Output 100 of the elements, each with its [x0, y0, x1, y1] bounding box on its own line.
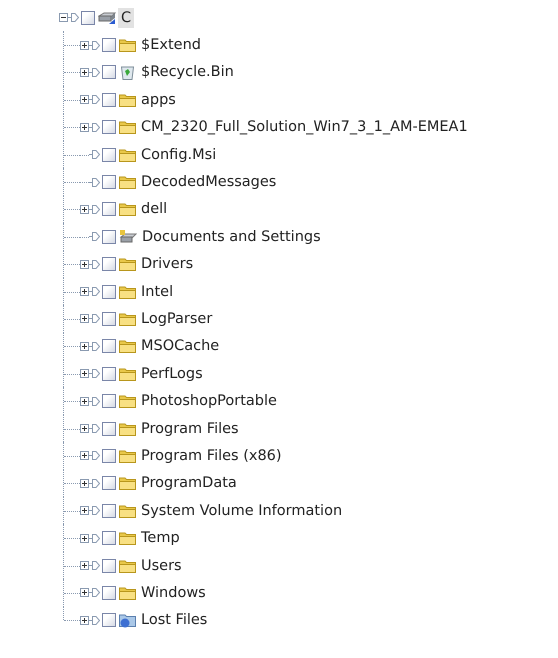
hard-drive-icon — [98, 10, 116, 25]
tree-item-label[interactable]: $Recycle.Bin — [138, 62, 237, 82]
collapse-icon[interactable] — [59, 13, 68, 22]
expand-icon[interactable] — [80, 396, 89, 406]
checkbox[interactable] — [102, 120, 116, 134]
tree-item-label[interactable]: PhotoshopPortable — [138, 391, 280, 412]
folder-icon — [119, 586, 136, 600]
node-connector-icon — [89, 505, 101, 516]
expand-icon[interactable] — [80, 506, 89, 516]
tree-item-label[interactable]: Drivers — [138, 254, 196, 274]
node-connector-icon — [89, 532, 101, 544]
tree-item-label[interactable]: Temp — [138, 528, 183, 548]
node-connector-icon — [89, 40, 101, 51]
checkbox[interactable] — [102, 312, 116, 326]
tree-item-label[interactable]: Intel — [138, 282, 176, 302]
checkbox[interactable] — [102, 284, 116, 299]
tree-item-label[interactable]: DecodedMessages — [138, 172, 280, 192]
checkbox[interactable] — [102, 148, 116, 162]
node-connector-icon — [89, 560, 101, 571]
expand-icon[interactable] — [80, 369, 89, 378]
folder-icon — [119, 531, 136, 546]
tree-item-label[interactable]: MSOCache — [138, 336, 222, 356]
folder-icon — [119, 257, 136, 272]
folder-icon — [119, 394, 136, 408]
folder-icon — [119, 284, 136, 299]
tree-item-label[interactable]: Program Files (x86) — [138, 446, 285, 466]
expand-icon[interactable] — [80, 342, 89, 351]
tree-item-label[interactable]: apps — [138, 90, 179, 110]
folder-icon — [119, 92, 136, 107]
folder-icon — [119, 202, 136, 216]
checkbox[interactable] — [102, 92, 116, 107]
tree-item-label[interactable]: dell — [138, 199, 170, 220]
checkbox[interactable] — [102, 448, 116, 463]
expand-icon[interactable] — [80, 314, 89, 324]
node-connector-icon — [89, 149, 101, 160]
expand-icon[interactable] — [80, 122, 89, 132]
expand-icon[interactable] — [80, 68, 89, 77]
checkbox[interactable] — [102, 65, 116, 80]
folder-icon — [119, 504, 136, 518]
expand-icon[interactable] — [80, 616, 89, 625]
checkbox[interactable] — [102, 613, 116, 628]
node-connector-icon — [89, 258, 101, 270]
tree-item-label[interactable]: LogParser — [138, 308, 216, 329]
tree-item-label[interactable]: PerfLogs — [138, 364, 206, 384]
folder-icon — [119, 422, 136, 436]
node-connector-icon — [89, 614, 101, 626]
folder-question-icon — [119, 612, 136, 628]
node-connector-icon — [89, 450, 101, 462]
expand-icon[interactable] — [80, 204, 89, 214]
tree-item-label[interactable]: ProgramData — [138, 473, 240, 494]
tree-item-label[interactable]: CM_2320_Full_Solution_Win7_3_1_AM-EMEA1 — [138, 117, 471, 138]
node-connector-icon — [89, 313, 101, 324]
tree-item-label[interactable]: Program Files — [138, 418, 242, 439]
checkbox[interactable] — [102, 422, 116, 436]
node-connector-icon — [89, 368, 101, 380]
expand-icon[interactable] — [80, 588, 89, 598]
tree-item-label[interactable]: Config.Msi — [138, 144, 220, 165]
checkbox[interactable] — [102, 366, 116, 381]
tree-item-label[interactable]: Documents and Settings — [139, 226, 324, 247]
folder-icon — [119, 38, 136, 52]
node-connector-icon — [89, 286, 101, 298]
tree-item-label[interactable]: System Volume Information — [138, 500, 346, 521]
node-connector-icon — [89, 478, 101, 489]
expand-icon[interactable] — [80, 478, 89, 488]
checkbox[interactable] — [102, 257, 116, 272]
folder-icon — [119, 476, 136, 490]
node-connector-icon — [68, 12, 80, 24]
tree-item-label[interactable]: Windows — [138, 582, 209, 603]
node-connector-icon — [89, 176, 101, 188]
expand-icon[interactable] — [80, 287, 89, 296]
node-connector-icon — [89, 587, 101, 598]
node-connector-icon — [89, 204, 101, 215]
checkbox[interactable] — [102, 531, 116, 546]
folder-icon — [119, 148, 136, 162]
tree-item-label[interactable]: Lost Files — [138, 610, 210, 630]
checkbox[interactable] — [102, 394, 116, 408]
expand-icon[interactable] — [80, 260, 89, 269]
expand-icon[interactable] — [80, 451, 89, 460]
expand-icon[interactable] — [80, 561, 89, 570]
checkbox[interactable] — [102, 339, 116, 354]
checkbox[interactable] — [81, 10, 95, 25]
checkbox[interactable] — [102, 586, 116, 600]
checkbox[interactable] — [102, 202, 116, 216]
tree-item-label[interactable]: $Extend — [138, 35, 204, 56]
checkbox[interactable] — [102, 476, 116, 490]
expand-icon[interactable] — [80, 95, 89, 104]
node-connector-icon — [89, 66, 101, 78]
checkbox[interactable] — [102, 504, 116, 518]
expand-icon[interactable] — [80, 424, 89, 434]
node-connector-icon — [89, 122, 101, 133]
checkbox[interactable] — [102, 175, 116, 190]
tree-item-label[interactable]: Users — [138, 556, 185, 576]
checkbox[interactable] — [102, 230, 116, 244]
recycle-bin-icon — [120, 64, 135, 80]
folder-icon — [119, 558, 136, 572]
checkbox[interactable] — [102, 558, 116, 572]
expand-icon[interactable] — [80, 534, 89, 543]
expand-icon[interactable] — [80, 40, 89, 50]
checkbox[interactable] — [102, 38, 116, 52]
tree-item-label[interactable]: C — [118, 8, 134, 28]
